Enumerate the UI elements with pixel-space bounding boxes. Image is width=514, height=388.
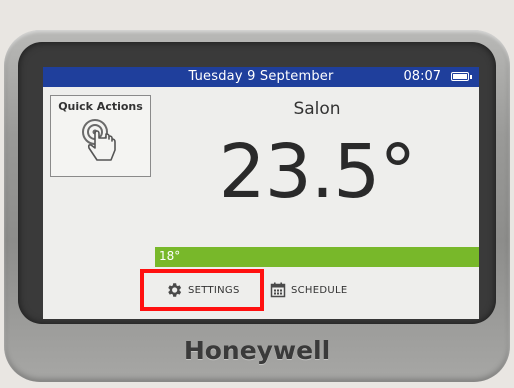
tap-hand-icon xyxy=(82,119,116,161)
current-temperature: 23.5° xyxy=(218,129,417,215)
calendar-icon xyxy=(270,282,286,298)
status-bar: Tuesday 9 September 08:07 xyxy=(43,67,479,87)
quick-actions-label: Quick Actions xyxy=(58,100,143,113)
schedule-label: SCHEDULE xyxy=(291,284,348,296)
zone-name: Salon xyxy=(293,99,341,119)
settings-highlight-box xyxy=(140,269,264,311)
quick-actions-button[interactable]: Quick Actions xyxy=(50,95,151,177)
schedule-button[interactable]: SCHEDULE xyxy=(270,279,347,301)
brand-logo: Honeywell xyxy=(183,336,331,365)
setpoint-value: 18° xyxy=(159,249,181,263)
setpoint-bar[interactable]: 18° xyxy=(155,247,479,267)
battery-icon xyxy=(451,72,472,81)
status-time: 08:07 xyxy=(403,69,441,84)
